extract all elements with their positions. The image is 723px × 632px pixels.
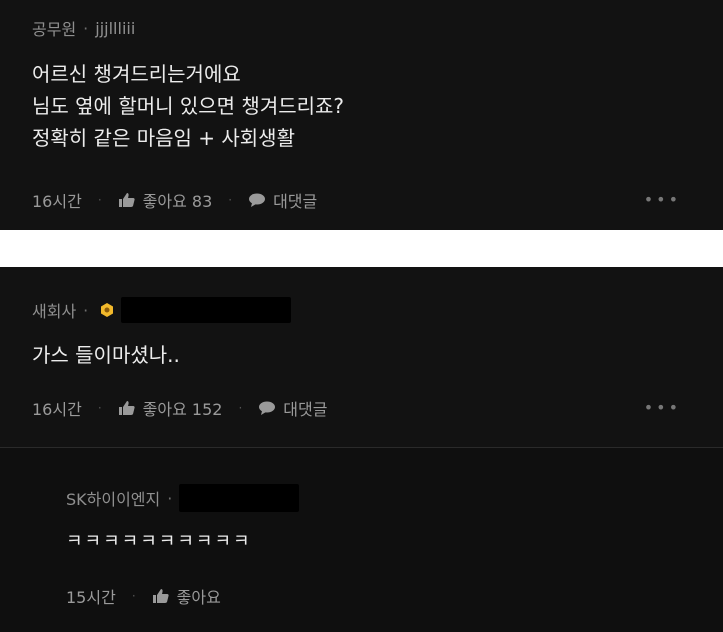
thumbs-up-icon [118, 193, 135, 207]
redacted-nickname [121, 297, 292, 323]
reply-button[interactable]: 대댓글 [248, 188, 317, 212]
author-company[interactable]: 공무원 [32, 16, 76, 40]
screenshot-divider [0, 230, 723, 267]
comment-line: 님도 옆에 할머니 있으면 챙겨드리죠? [32, 94, 345, 118]
author-company[interactable]: SK하이이엔지 [66, 486, 160, 510]
reply-card: SK하이이엔지 · ㅋㅋㅋㅋㅋㅋㅋㅋㅋㅋ 15시간 · 좋아요 [0, 448, 723, 632]
like-label: 좋아요 83 [142, 192, 213, 211]
reply-button[interactable]: 대댓글 [258, 396, 327, 420]
comment-body: 가스 들이마셨나.. [32, 339, 180, 371]
like-label: 좋아요 152 [142, 400, 223, 419]
comment-card: 새회사 · 가스 들이마셨나.. 16시간 · 좋아요 152 · 대댓글 ••… [0, 267, 723, 448]
action-separator: · [131, 589, 136, 603]
action-separator: · [97, 401, 102, 415]
comment-time: 16시간 [32, 400, 82, 419]
redacted-nickname [179, 484, 300, 512]
thumbs-up-icon [152, 589, 169, 603]
like-button[interactable]: 좋아요 83 [118, 188, 213, 212]
author-nickname[interactable]: jjjllliii [95, 19, 135, 38]
like-label: 좋아요 [176, 588, 221, 607]
comment-meta: 새회사 · [32, 297, 292, 323]
more-options-icon[interactable]: ••• [644, 398, 681, 417]
action-separator: · [97, 193, 102, 207]
comment-line: 어르신 챙겨드리는거에요 [32, 62, 241, 86]
comment-body: 어르신 챙겨드리는거에요 님도 옆에 할머니 있으면 챙겨드리죠? 정확히 같은… [32, 58, 344, 154]
comment-actions: 16시간 · 좋아요 83 · 대댓글 [32, 188, 317, 212]
speech-bubble-icon [249, 193, 266, 207]
comment-body: ㅋㅋㅋㅋㅋㅋㅋㅋㅋㅋ [66, 526, 252, 558]
action-separator: · [238, 401, 243, 415]
meta-separator: · [83, 300, 89, 320]
comment-time: 15시간 [66, 588, 116, 607]
meta-separator: · [83, 18, 89, 38]
comment-meta: 공무원 · jjjllliii [32, 16, 135, 40]
thumbs-up-icon [118, 401, 135, 415]
meta-separator: · [167, 488, 173, 508]
author-company[interactable]: 새회사 [32, 298, 76, 322]
comment-time: 16시간 [32, 192, 82, 211]
comment-line: ㅋㅋㅋㅋㅋㅋㅋㅋㅋㅋ [66, 531, 252, 552]
speech-bubble-icon [259, 401, 276, 415]
action-separator: · [228, 193, 233, 207]
comment-actions: 15시간 · 좋아요 [66, 584, 221, 608]
reply-label: 대댓글 [283, 400, 328, 419]
like-button[interactable]: 좋아요 152 [118, 396, 223, 420]
comment-actions: 16시간 · 좋아요 152 · 대댓글 [32, 396, 327, 420]
hexagon-badge-icon [101, 303, 114, 317]
comment-card: 공무원 · jjjllliii 어르신 챙겨드리는거에요 님도 옆에 할머니 있… [0, 0, 723, 230]
comment-meta: SK하이이엔지 · [66, 484, 300, 512]
more-options-icon[interactable]: ••• [644, 190, 681, 209]
comment-line: 가스 들이마셨나.. [32, 343, 180, 367]
reply-label: 대댓글 [273, 192, 318, 211]
like-button[interactable]: 좋아요 [152, 584, 221, 608]
comment-line: 정확히 같은 마음임 + 사회생활 [32, 126, 295, 150]
